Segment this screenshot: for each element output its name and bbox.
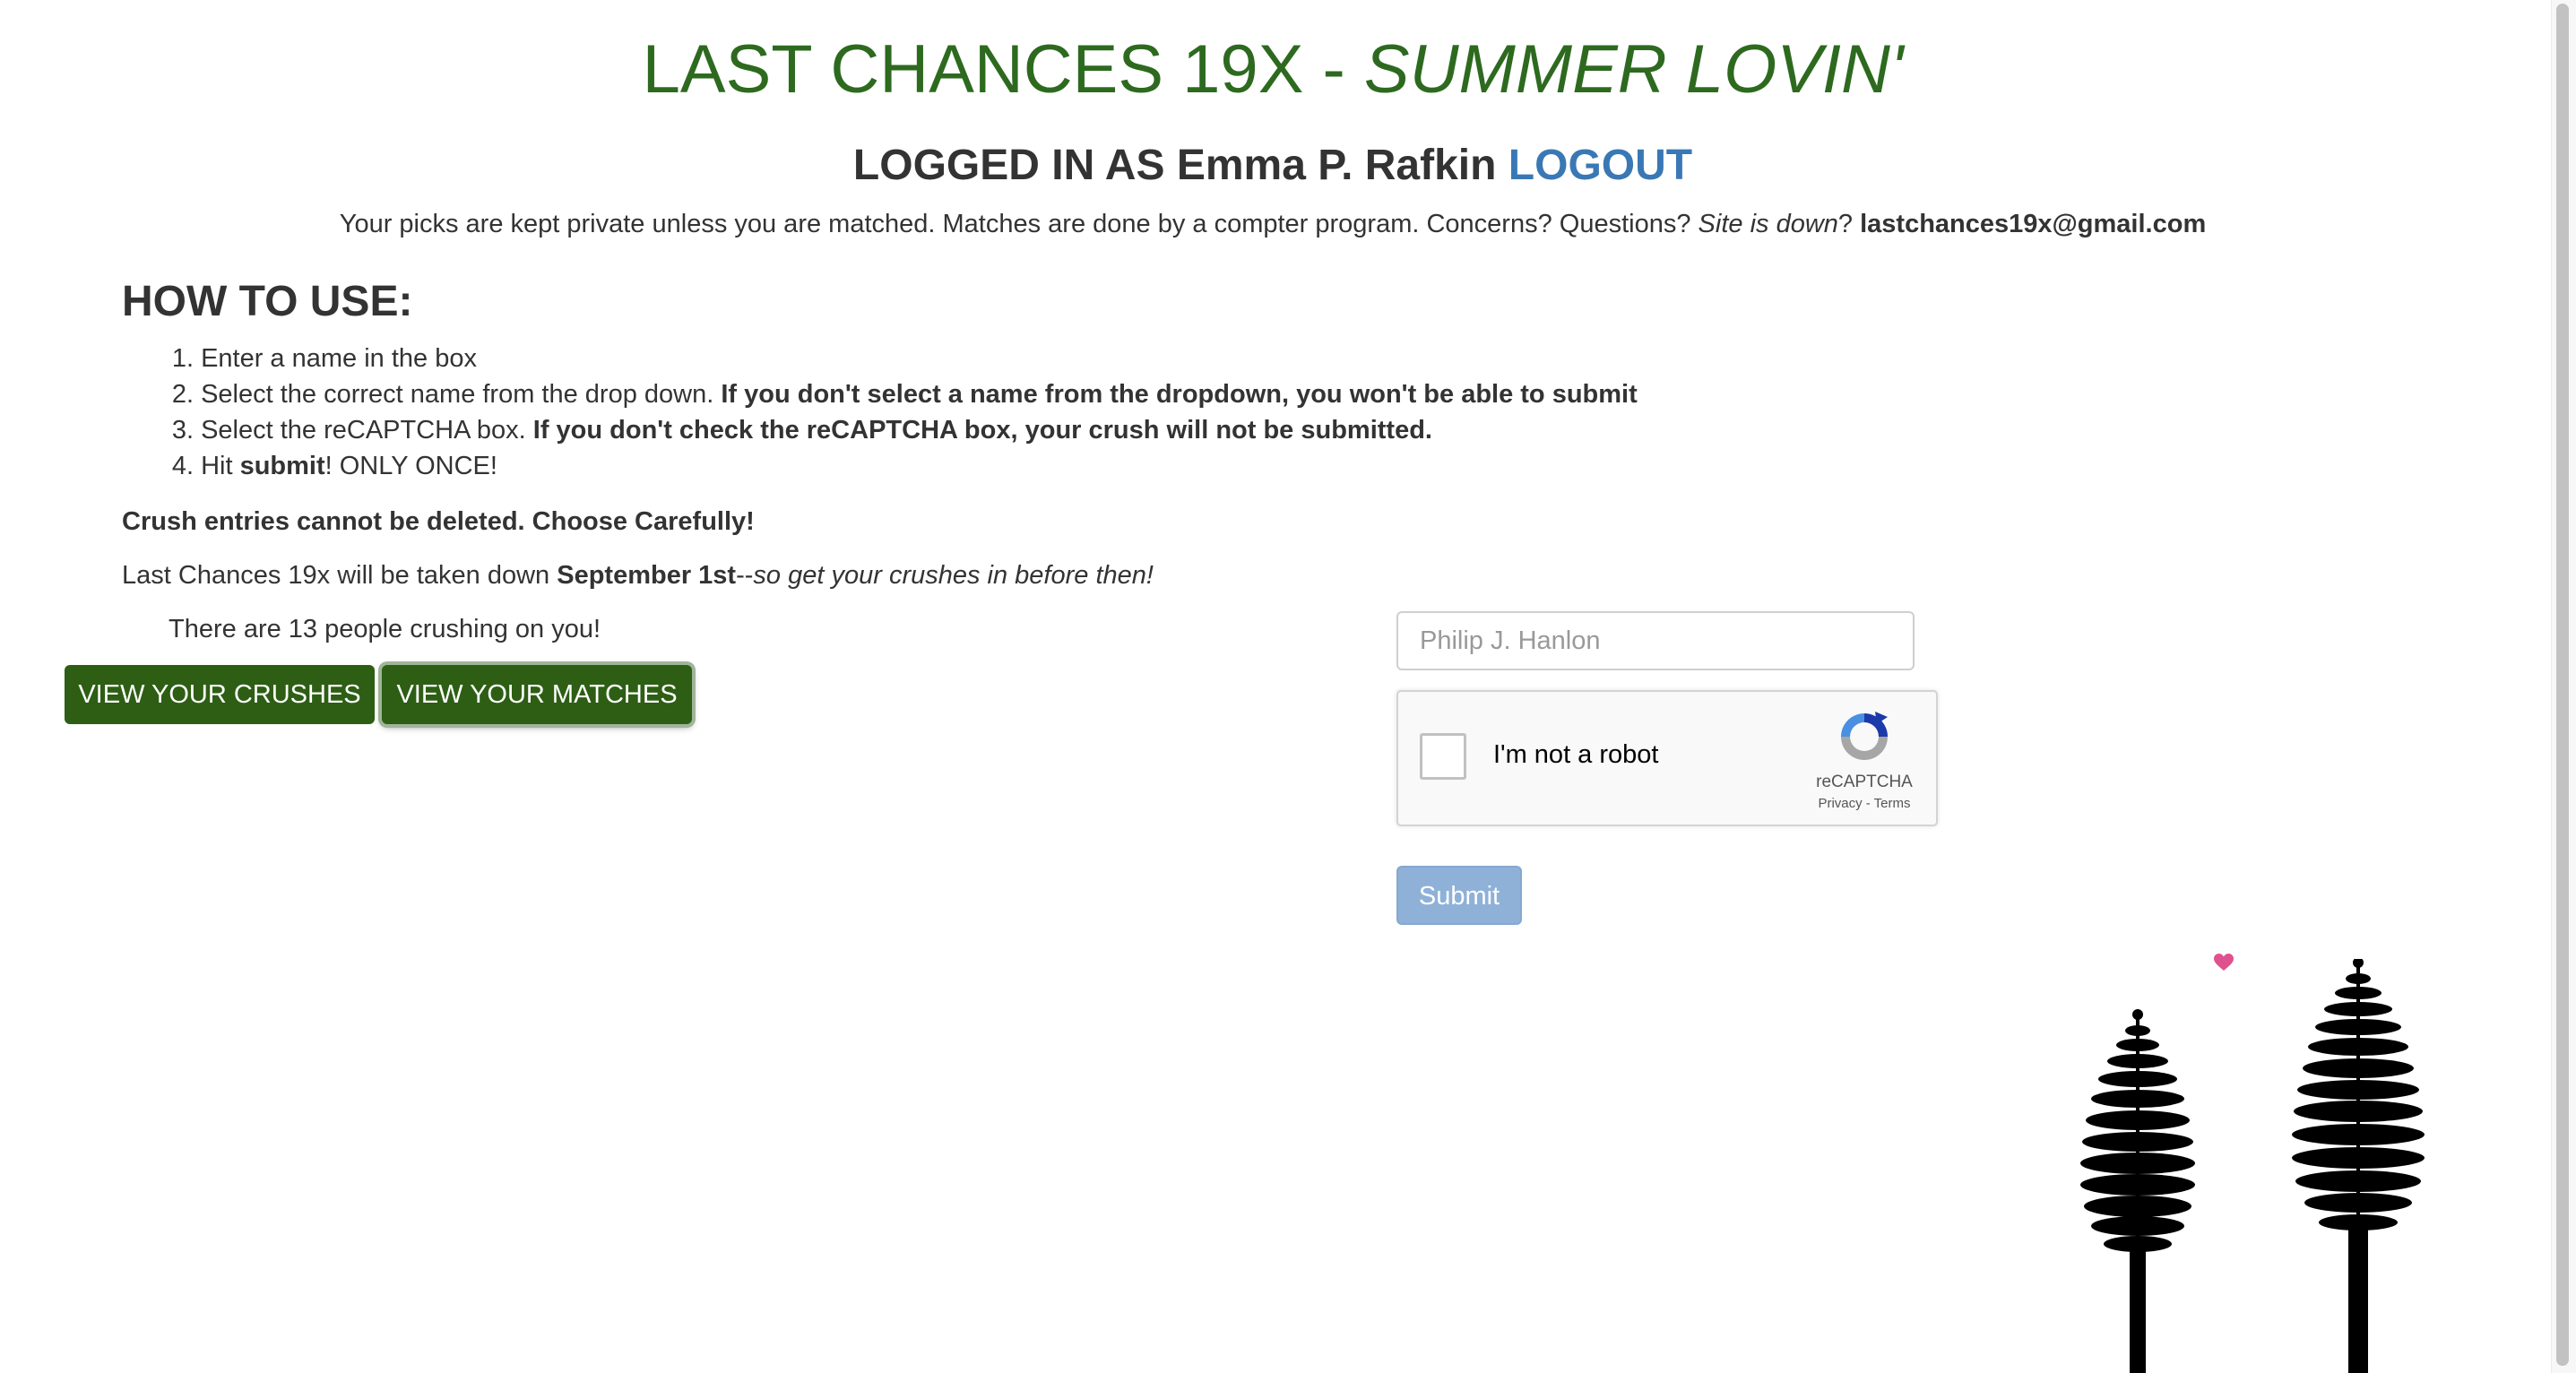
takedown-tail: so get your crushes in before then!: [753, 561, 1154, 590]
instructions-list: 1. Enter a name in the box 2. Select the…: [122, 341, 1638, 484]
step-text: Enter a name in the box: [201, 344, 477, 373]
recaptcha-logo-icon: [1841, 712, 1888, 760]
view-matches-button[interactable]: VIEW YOUR MATCHES: [382, 665, 692, 724]
delete-warning: Crush entries cannot be deleted. Choose …: [122, 507, 755, 536]
page-title: LAST CHANCES 19X - SUMMER LOVIN': [0, 25, 2546, 115]
user-name: Emma P. Rafkin: [1176, 142, 1497, 189]
privacy-notice: Your picks are kept private unless you a…: [0, 204, 2546, 244]
privacy-text: Your picks are kept private unless you a…: [339, 210, 1699, 238]
takedown-date: September 1st: [557, 561, 737, 590]
title-tail: SUMMER LOVIN': [1363, 31, 1904, 108]
login-status: LOGGED IN AS Emma P. Rafkin LOGOUT: [0, 134, 2546, 197]
step-text: Hit: [201, 452, 240, 480]
recaptcha-privacy-terms[interactable]: Privacy - Terms: [1807, 796, 1922, 811]
title-main: LAST CHANCES 19X -: [642, 31, 1364, 108]
logout-link[interactable]: LOGOUT: [1508, 142, 1692, 189]
logged-in-prefix: LOGGED IN AS: [852, 142, 1177, 189]
step-text: Select the reCAPTCHA box.: [201, 416, 533, 445]
instruction-step: 2. Select the correct name from the drop…: [122, 376, 1638, 412]
pine-trees-logo: [2080, 959, 2425, 1373]
scrollbar-thumb[interactable]: [2556, 4, 2569, 1366]
crush-count-text: There are 13 people crushing on you!: [169, 615, 601, 643]
step-emphasis: submit: [239, 452, 325, 480]
instruction-step: 3. Select the reCAPTCHA box. If you don'…: [122, 412, 1638, 448]
step-number: 2.: [171, 380, 194, 409]
takedown-text: Last Chances 19x will be taken down: [122, 561, 558, 590]
step-number: 4.: [171, 452, 194, 480]
site-down-text: Site is down: [1698, 210, 1838, 238]
recaptcha-label: I'm not a robot: [1493, 740, 1659, 769]
contact-email: lastchances19x@gmail.com: [1860, 210, 2207, 238]
privacy-question: ?: [1837, 210, 1861, 238]
step-text-tail: ! ONLY ONCE!: [324, 452, 497, 480]
view-crushes-button[interactable]: VIEW YOUR CRUSHES: [65, 665, 375, 724]
recaptcha-widget: I'm not a robot reCAPTCHA Privacy - Term…: [1396, 690, 1938, 826]
takedown-notice: Last Chances 19x will be taken down Sept…: [122, 557, 1154, 593]
step-number: 3.: [171, 416, 194, 445]
recaptcha-checkbox[interactable]: [1420, 733, 1466, 780]
step-number: 1.: [171, 344, 194, 373]
instruction-step: 4. Hit submit! ONLY ONCE!: [122, 448, 1638, 484]
recaptcha-brand: reCAPTCHA: [1816, 773, 1913, 791]
step-emphasis: If you don't check the reCAPTCHA box, yo…: [532, 416, 1432, 445]
submit-button[interactable]: Submit: [1396, 866, 1522, 925]
instruction-step: 1. Enter a name in the box: [122, 341, 1638, 376]
instructions-heading: HOW TO USE:: [122, 278, 413, 325]
step-text: Select the correct name from the drop do…: [201, 380, 722, 409]
step-emphasis: If you don't select a name from the drop…: [721, 380, 1638, 409]
name-search-input[interactable]: [1396, 611, 1915, 670]
takedown-dash: --: [736, 561, 754, 590]
